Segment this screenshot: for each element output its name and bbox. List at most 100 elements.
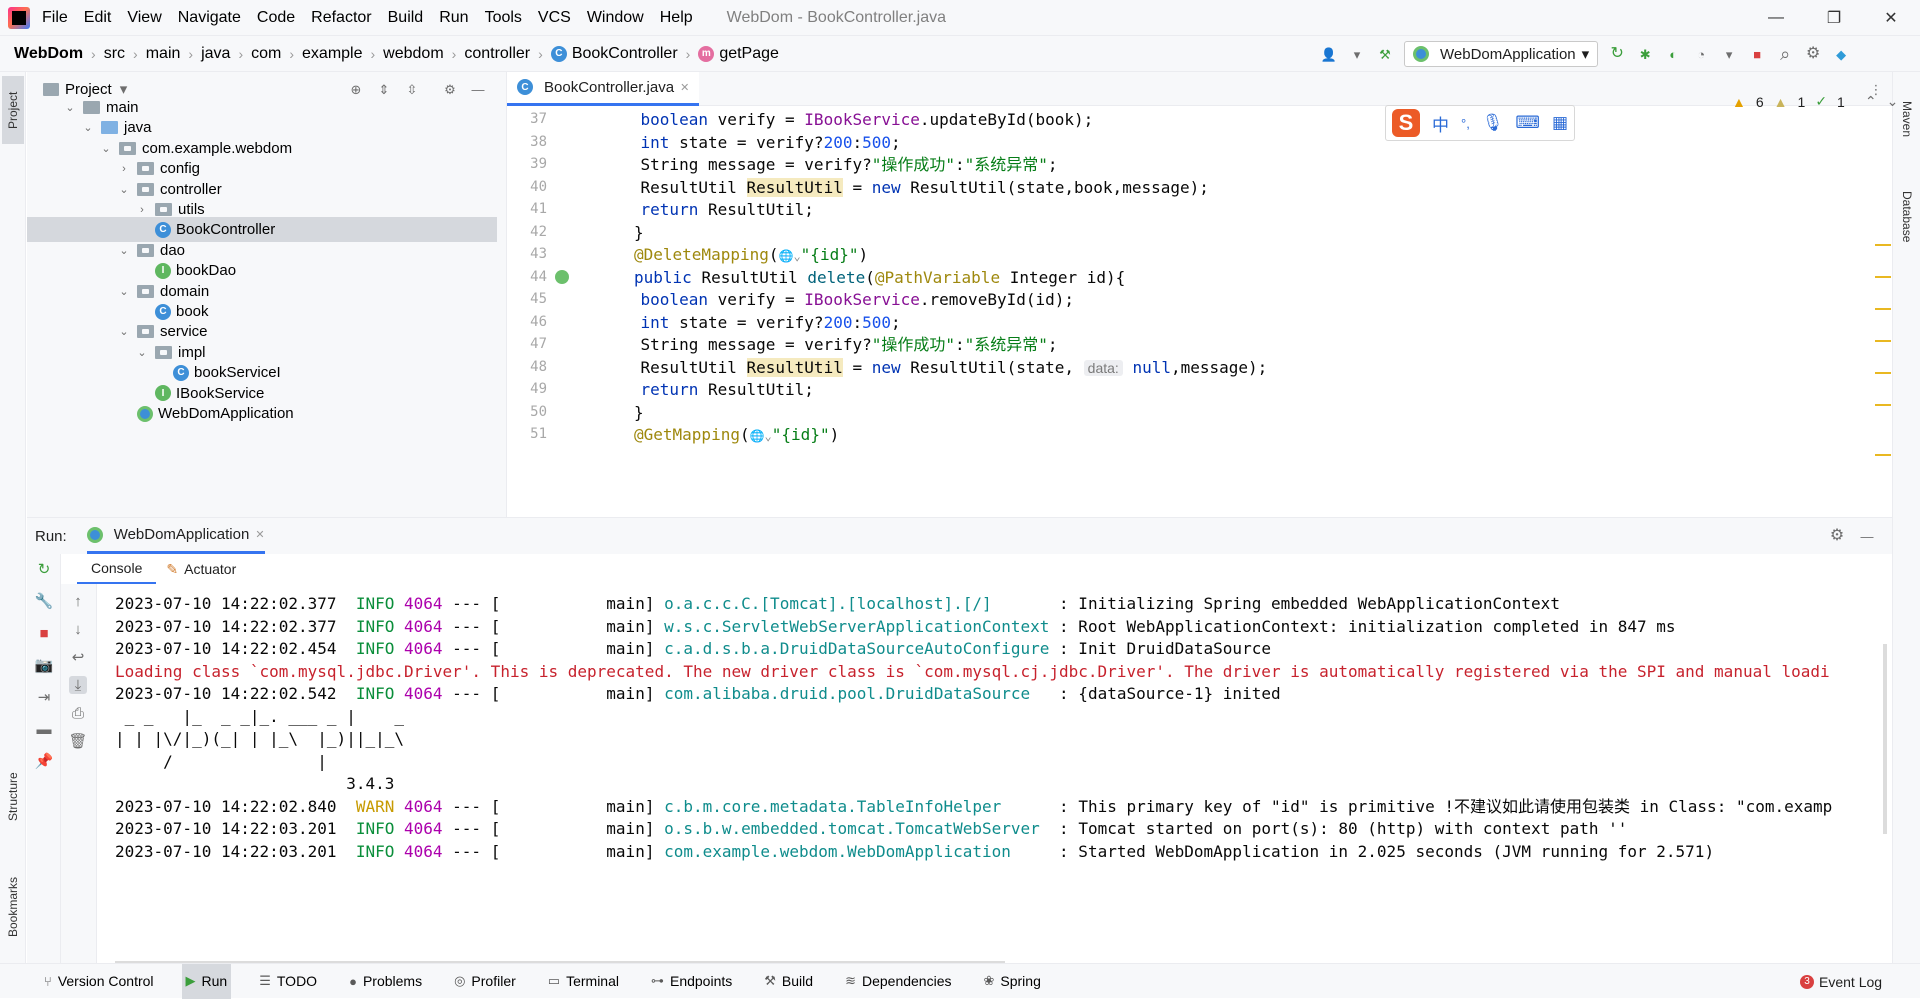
error-stripe-mark[interactable]: [1875, 276, 1891, 278]
run-with-coverage-icon[interactable]: ◐: [1664, 45, 1682, 63]
bottom-tab-dependencies[interactable]: ≋ Dependencies: [841, 964, 955, 999]
stop-icon[interactable]: ■: [35, 624, 53, 642]
maven-tool-tab[interactable]: Maven: [1896, 84, 1918, 154]
minimize-button[interactable]: —: [1747, 0, 1805, 36]
grid-apps-icon[interactable]: ▦: [1552, 113, 1568, 133]
tab-actuator[interactable]: ✎ Actuator: [156, 561, 246, 578]
error-stripe-mark[interactable]: [1875, 454, 1891, 456]
scroll-to-end-icon[interactable]: ⤓: [69, 676, 87, 694]
menu-view[interactable]: View: [127, 9, 161, 27]
menu-edit[interactable]: Edit: [84, 9, 112, 27]
database-tool-tab[interactable]: Database: [1896, 172, 1918, 262]
user-icon[interactable]: 👤: [1320, 45, 1338, 63]
bottom-tab-profiler[interactable]: ◎ Profiler: [450, 964, 520, 999]
chevron-down-icon[interactable]: ⌄: [63, 101, 77, 114]
run-configuration-select[interactable]: WebDomApplication ▾: [1404, 41, 1599, 67]
close-window-button[interactable]: ✕: [1862, 0, 1920, 36]
vertical-scrollbar[interactable]: [1883, 644, 1887, 834]
chevron-down-icon[interactable]: ⌄: [117, 325, 131, 338]
menu-code[interactable]: Code: [257, 9, 295, 27]
inspection-widget[interactable]: ▲ 6 ▲ 1 ✓ 1 ⌃ ⌄: [1732, 93, 1898, 110]
chevron-down-icon[interactable]: ⌄: [117, 183, 131, 196]
ime-language-toggle[interactable]: 中: [1432, 111, 1449, 136]
chevron-down-icon[interactable]: ▾: [1720, 45, 1738, 63]
profiler-icon[interactable]: ◔: [1692, 45, 1710, 63]
run-method-gutter-icon[interactable]: [555, 269, 569, 284]
hide-panel-icon[interactable]: —: [1858, 527, 1876, 545]
rerun-icon[interactable]: ↻: [1608, 45, 1626, 63]
tab-console[interactable]: Console: [77, 554, 157, 584]
settings-gear-icon[interactable]: ⚙: [1804, 45, 1822, 63]
chevron-right-icon[interactable]: ›: [135, 204, 149, 216]
chevron-right-icon[interactable]: ›: [117, 163, 131, 175]
breadcrumb-item[interactable]: controller: [464, 45, 530, 63]
menu-navigate[interactable]: Navigate: [178, 9, 241, 27]
menu-file[interactable]: File: [42, 9, 68, 27]
error-stripe-mark[interactable]: [1875, 404, 1891, 406]
rerun-icon[interactable]: ↻: [35, 560, 53, 578]
editor-tab-bookcontroller[interactable]: C BookController.java ✕: [507, 71, 700, 106]
run-tab-webdomapplication[interactable]: WebDomApplication ✕: [86, 518, 265, 554]
breadcrumb-item[interactable]: main: [146, 45, 181, 63]
error-stripe-mark[interactable]: [1875, 244, 1891, 246]
breadcrumb-item[interactable]: src: [104, 45, 125, 63]
bottom-tab-todo[interactable]: ☰ TODO: [255, 964, 321, 999]
bottom-tab-build[interactable]: ⚒ Build: [760, 964, 817, 999]
stop-icon[interactable]: ■: [1748, 45, 1766, 63]
bookmarks-tool-tab[interactable]: Bookmarks: [2, 862, 24, 952]
breadcrumb-item[interactable]: C BookController: [550, 45, 678, 63]
error-stripe-mark[interactable]: [1875, 372, 1891, 374]
settings-gear-icon[interactable]: ⚙: [1828, 527, 1846, 545]
error-stripe-mark[interactable]: [1875, 340, 1891, 342]
trash-clear-icon[interactable]: 🗑: [68, 732, 87, 750]
project-tool-tab[interactable]: Project: [2, 76, 24, 144]
breadcrumb-item[interactable]: WebDom: [14, 45, 83, 63]
layout-icon[interactable]: ▬: [35, 720, 53, 738]
maximize-button[interactable]: ❐: [1805, 0, 1863, 36]
wrench-icon[interactable]: 🔧: [35, 592, 54, 610]
search-icon[interactable]: ⌕: [1776, 45, 1794, 63]
menu-refactor[interactable]: Refactor: [311, 9, 371, 27]
arrow-up-icon[interactable]: ↑: [69, 592, 87, 610]
soft-wrap-icon[interactable]: ↩: [69, 648, 87, 666]
bottom-tab-spring[interactable]: ❀ Spring: [979, 964, 1044, 999]
menu-build[interactable]: Build: [388, 9, 424, 27]
arrow-down-icon[interactable]: ↓: [69, 620, 87, 638]
breadcrumb-item[interactable]: java: [201, 45, 230, 63]
build-hammer-icon[interactable]: ⚒: [1376, 45, 1394, 63]
debug-bug-icon[interactable]: ✱: [1636, 45, 1654, 63]
chevron-down-icon[interactable]: ⌄: [117, 285, 131, 298]
chevron-down-icon[interactable]: ⌄: [99, 142, 113, 155]
camera-dump-icon[interactable]: 📷: [35, 656, 54, 674]
endpoint-globe-icon[interactable]: 🌐⌄: [779, 249, 801, 263]
breadcrumb-item[interactable]: m getPage: [698, 45, 779, 63]
menu-window[interactable]: Window: [587, 9, 644, 27]
exit-icon[interactable]: ⇥: [35, 688, 53, 706]
ime-toolbar[interactable]: S 中 °, 🎙 ⌨ ▦: [1385, 105, 1575, 141]
error-stripe-mark[interactable]: [1875, 308, 1891, 310]
bottom-tab-version-control[interactable]: ⑂ Version Control: [40, 964, 158, 999]
print-icon[interactable]: ⎙: [69, 704, 87, 722]
close-tab-icon[interactable]: ✕: [255, 528, 264, 541]
pin-icon[interactable]: 📌: [35, 752, 54, 770]
chevron-up-icon[interactable]: ⌃: [1865, 93, 1877, 110]
menu-tools[interactable]: Tools: [485, 9, 522, 27]
bottom-tab-endpoints[interactable]: ⊶ Endpoints: [647, 964, 736, 999]
tree-item[interactable]: WebDomApplication: [27, 401, 497, 426]
endpoint-globe-icon[interactable]: 🌐⌄: [750, 429, 772, 443]
microphone-icon[interactable]: 🎙: [1482, 113, 1504, 133]
ime-punctuation-toggle[interactable]: °,: [1461, 116, 1470, 131]
event-log-button[interactable]: 3 Event Log: [1800, 964, 1882, 999]
console-output[interactable]: 2023-07-10 14:22:02.377 INFO 4064 --- [ …: [115, 584, 1885, 964]
chevron-down-icon[interactable]: ⌄: [135, 346, 149, 359]
toolbox-icon[interactable]: ◆: [1832, 45, 1850, 63]
menu-vcs[interactable]: VCS: [538, 9, 571, 27]
bottom-tab-run[interactable]: ▶ Run: [181, 963, 232, 999]
breadcrumb-item[interactable]: webdom: [383, 45, 443, 63]
code-area[interactable]: boolean verify = IBookService.updateById…: [602, 106, 1792, 517]
keyboard-icon[interactable]: ⌨: [1515, 113, 1540, 133]
structure-tool-tab[interactable]: Structure: [2, 757, 24, 837]
bottom-tab-problems[interactable]: ● Problems: [345, 964, 426, 999]
bottom-tab-terminal[interactable]: ▭ Terminal: [544, 964, 623, 999]
chevron-down-icon[interactable]: ▾: [1348, 45, 1366, 63]
